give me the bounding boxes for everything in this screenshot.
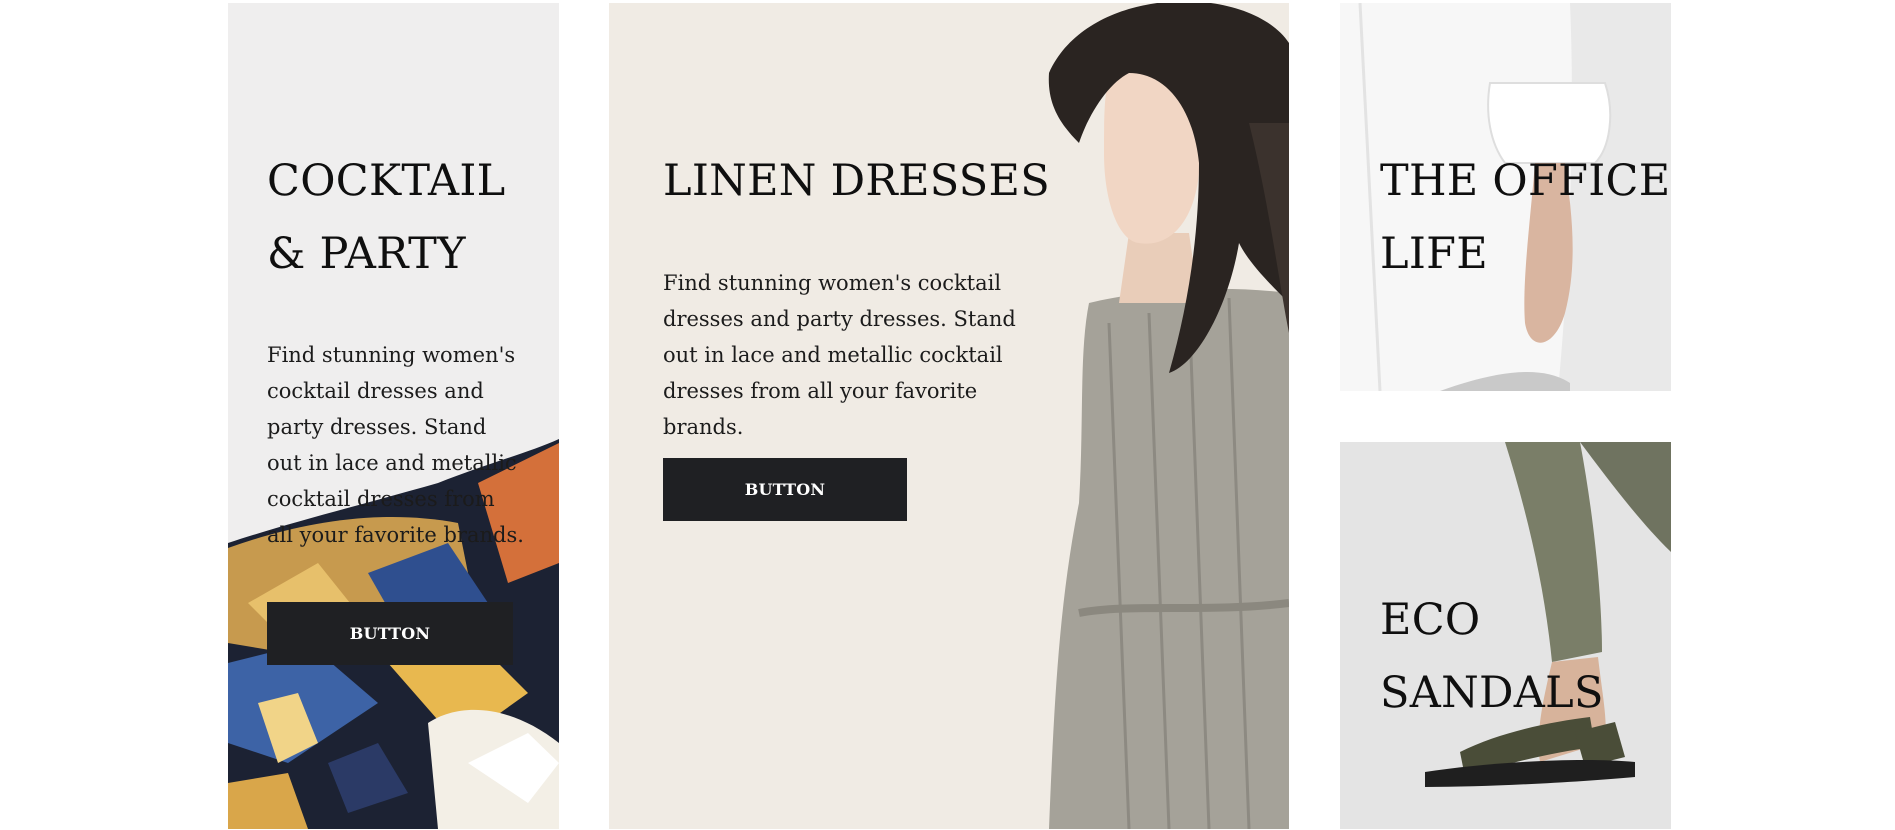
linen-dresses-tile[interactable]: LINEN DRESSES Find stunning women's cock… [609,3,1289,829]
tile-title: COCKTAIL & PARTY [267,156,506,279]
tile-title: THE OFFICE LIFE [1380,156,1671,279]
office-life-tile[interactable]: THE OFFICE LIFE [1340,3,1671,391]
tile-title: LINEN DRESSES [663,156,1050,206]
tile-title: ECO SANDALS [1380,595,1604,718]
tile-description: Find stunning women's cocktail dresses a… [663,271,1016,439]
tile-description: Find stunning women's cocktail dresses a… [267,343,524,547]
eco-sandals-tile[interactable]: ECO SANDALS [1340,442,1671,829]
cocktail-party-button[interactable]: BUTTON [267,602,513,665]
linen-dresses-button[interactable]: BUTTON [663,458,907,521]
cocktail-party-tile[interactable]: COCKTAIL & PARTY Find stunning women's c… [228,3,559,829]
